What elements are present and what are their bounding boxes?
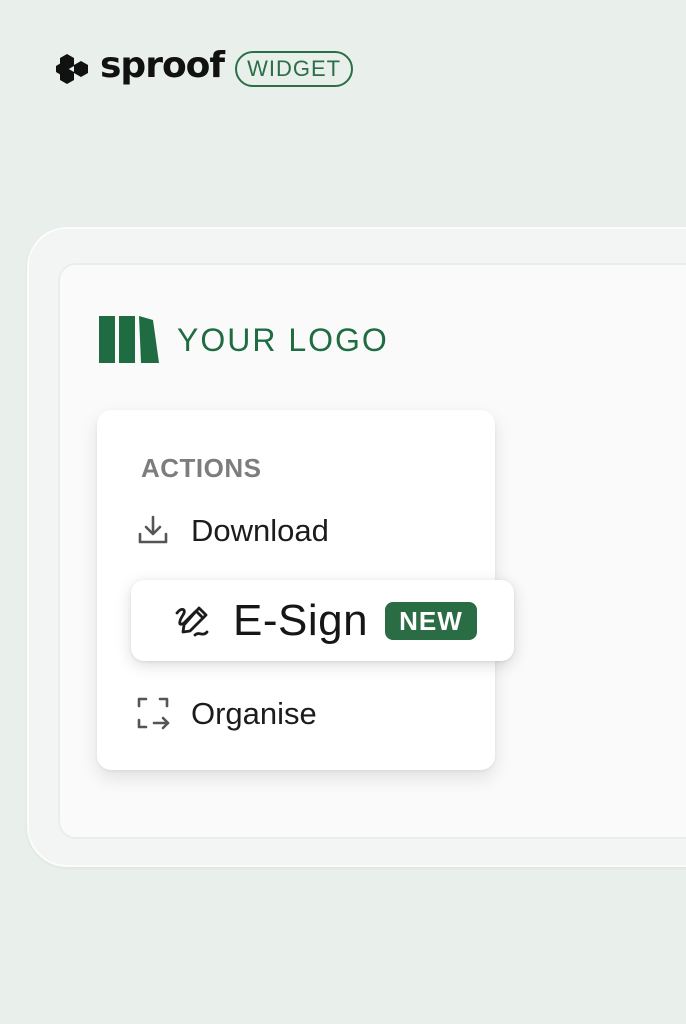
signature-pen-icon — [175, 606, 209, 636]
bars-logo-icon — [99, 316, 159, 363]
menu-item-label: Download — [191, 512, 329, 548]
actions-heading: ACTIONS — [141, 453, 262, 483]
brand-header: sproof WIDGET — [54, 44, 354, 94]
menu-item-label: E-Sign — [233, 595, 369, 645]
menu-item-organise[interactable]: Organise — [135, 693, 317, 733]
brand-name: sproof — [100, 45, 225, 86]
organise-icon — [137, 697, 170, 730]
download-icon — [138, 515, 168, 544]
widget-badge: WIDGET — [235, 51, 354, 87]
hexagon-cluster-icon — [56, 54, 88, 84]
menu-item-download[interactable]: Download — [135, 510, 329, 550]
menu-item-label: Organise — [191, 695, 317, 731]
client-logo-text: YOUR LOGO — [177, 322, 389, 358]
page: sproof WIDGET YOUR LOGO ACTIONS Download — [0, 0, 686, 1024]
new-badge: NEW — [385, 601, 477, 640]
menu-item-esign[interactable]: E-Sign NEW — [131, 580, 514, 661]
client-logo: YOUR LOGO — [99, 316, 389, 364]
